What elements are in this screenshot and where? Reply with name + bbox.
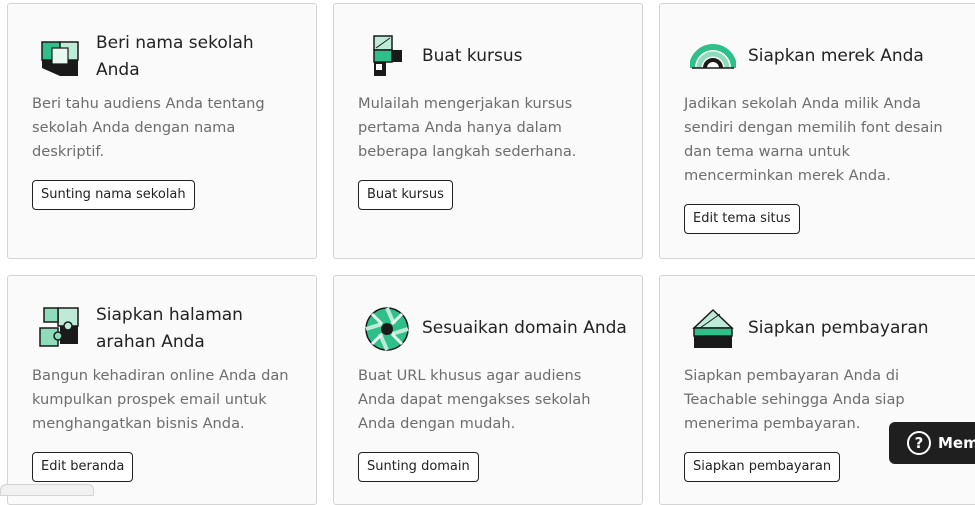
card-title: Siapkan pembayaran [748, 318, 929, 338]
puzzle-icon [38, 306, 84, 352]
setup-payments-button[interactable]: Siapkan pembayaran [684, 452, 841, 482]
help-button[interactable]: ? Memb [889, 422, 975, 464]
card-payments: Siapkan pembayaran Siapkan pembayaran An… [659, 275, 975, 505]
card-title: Sesuaikan domain Anda [422, 318, 627, 338]
card-description: Beri tahu audiens Anda tentang sekolah A… [32, 95, 265, 160]
help-label: Memb [938, 434, 975, 452]
create-course-button[interactable]: Buat kursus [358, 180, 453, 210]
card-school-name: Beri nama sekolah Anda Beri tahu audiens… [7, 3, 317, 259]
card-landing-page: Siapkan halaman arahan Anda Bangun kehad… [7, 275, 317, 505]
card-description: Buat URL khusus agar audiens Anda dapat … [358, 367, 591, 432]
aperture-icon [364, 306, 410, 352]
card-title: Buat kursus [422, 46, 523, 66]
card-brand: Siapkan merek Anda Jadikan sekolah Anda … [659, 3, 975, 259]
bottom-tab [0, 484, 94, 496]
edit-homepage-button[interactable]: Edit beranda [32, 452, 134, 482]
card-description: Siapkan pembayaran Anda di Teachable seh… [684, 367, 905, 432]
card-title: Siapkan halaman arahan Anda [96, 305, 243, 352]
edit-site-theme-button[interactable]: Edit tema situs [684, 204, 800, 234]
edit-domain-button[interactable]: Sunting domain [358, 452, 479, 482]
cube-icon [38, 34, 84, 80]
card-domain: Sesuaikan domain Anda Buat URL khusus ag… [333, 275, 643, 505]
course-blocks-icon [364, 34, 410, 80]
card-create-course: Buat kursus Mulailah mengerjakan kursus … [333, 3, 643, 259]
rainbow-arc-icon [690, 34, 736, 80]
question-icon: ? [907, 431, 931, 455]
card-description: Bangun kehadiran online Anda dan kumpulk… [32, 367, 289, 432]
cake-slice-icon [690, 306, 736, 352]
card-description: Jadikan sekolah Anda milik Anda sendiri … [684, 95, 943, 184]
card-title: Siapkan merek Anda [748, 46, 924, 66]
card-title: Beri nama sekolah Anda [96, 33, 254, 80]
card-description: Mulailah mengerjakan kursus pertama Anda… [358, 95, 577, 160]
edit-school-name-button[interactable]: Sunting nama sekolah [32, 180, 195, 210]
